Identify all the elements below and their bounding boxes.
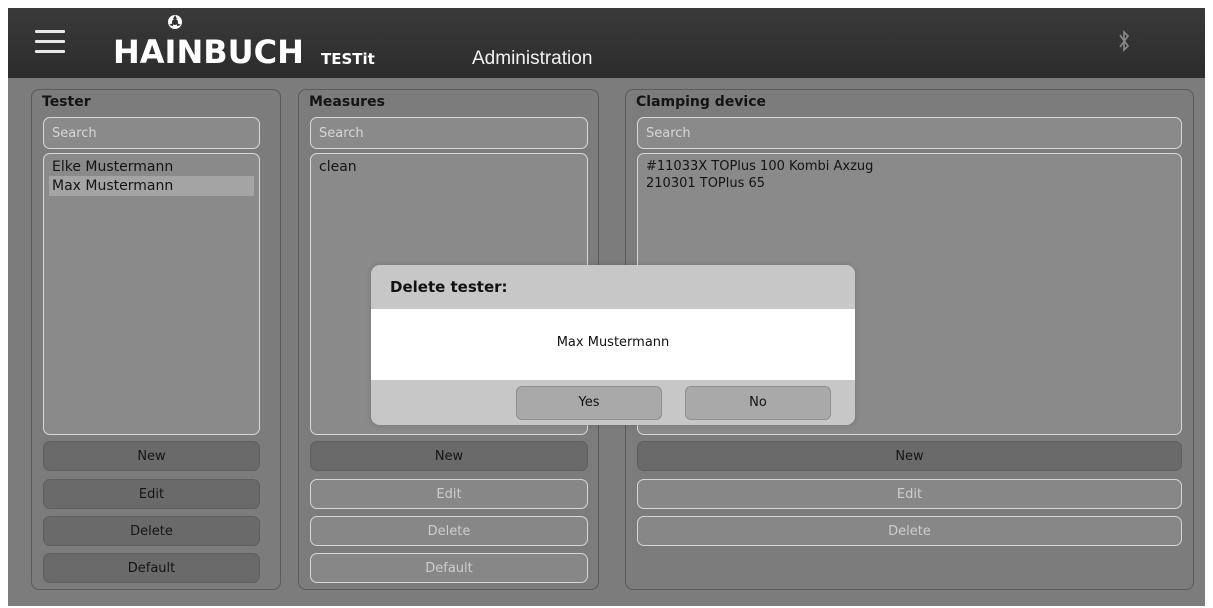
tester-edit-button[interactable]: Edit: [43, 479, 260, 509]
tester-panel: Tester Elke Mustermann Max Mustermann Ne…: [31, 89, 281, 590]
measures-search-input[interactable]: [310, 117, 588, 149]
measures-new-button[interactable]: New: [310, 441, 588, 471]
clamping-new-button[interactable]: New: [637, 441, 1182, 471]
list-item[interactable]: Elke Mustermann: [49, 157, 254, 177]
tester-list[interactable]: Elke Mustermann Max Mustermann: [43, 153, 260, 435]
bluetooth-icon[interactable]: [1117, 27, 1131, 55]
app-name: TESTit: [321, 50, 375, 68]
page-title: Administration: [472, 48, 593, 69]
dialog-footer: Yes No: [371, 380, 855, 425]
dialog-body: Max Mustermann: [371, 309, 855, 380]
delete-tester-dialog: Delete tester: Max Mustermann Yes No: [371, 265, 855, 425]
tester-search-input[interactable]: [43, 117, 260, 149]
dialog-message: Max Mustermann: [556, 335, 670, 350]
tester-default-button[interactable]: Default: [43, 553, 260, 583]
yes-button[interactable]: Yes: [516, 386, 662, 420]
tester-panel-title: Tester: [42, 94, 91, 110]
measures-delete-button[interactable]: Delete: [310, 516, 588, 546]
tester-new-button[interactable]: New: [43, 441, 260, 471]
clamping-panel-title: Clamping device: [636, 94, 767, 110]
clamping-search-input[interactable]: [637, 117, 1182, 149]
measures-edit-button[interactable]: Edit: [310, 479, 588, 509]
brand-logo: HAINBUCH: [113, 33, 304, 71]
list-item[interactable]: 210301 TOPlus 65: [643, 174, 1176, 194]
dialog-header: Delete tester:: [371, 265, 855, 309]
dialog-title: Delete tester:: [390, 278, 508, 296]
menu-icon[interactable]: [35, 28, 65, 60]
measures-panel-title: Measures: [309, 94, 385, 110]
no-button[interactable]: No: [685, 386, 831, 420]
header-bar: HAINBUCH TESTit Administration: [8, 8, 1205, 78]
list-item[interactable]: clean: [316, 157, 582, 177]
tester-delete-button[interactable]: Delete: [43, 516, 260, 546]
clamping-delete-button[interactable]: Delete: [637, 516, 1182, 546]
list-item-selected[interactable]: Max Mustermann: [49, 176, 254, 196]
hainbuch-logo-icon: [168, 15, 182, 29]
app-window: HAINBUCH TESTit Administration Tester El…: [8, 8, 1205, 606]
clamping-edit-button[interactable]: Edit: [637, 479, 1182, 509]
measures-default-button[interactable]: Default: [310, 553, 588, 583]
